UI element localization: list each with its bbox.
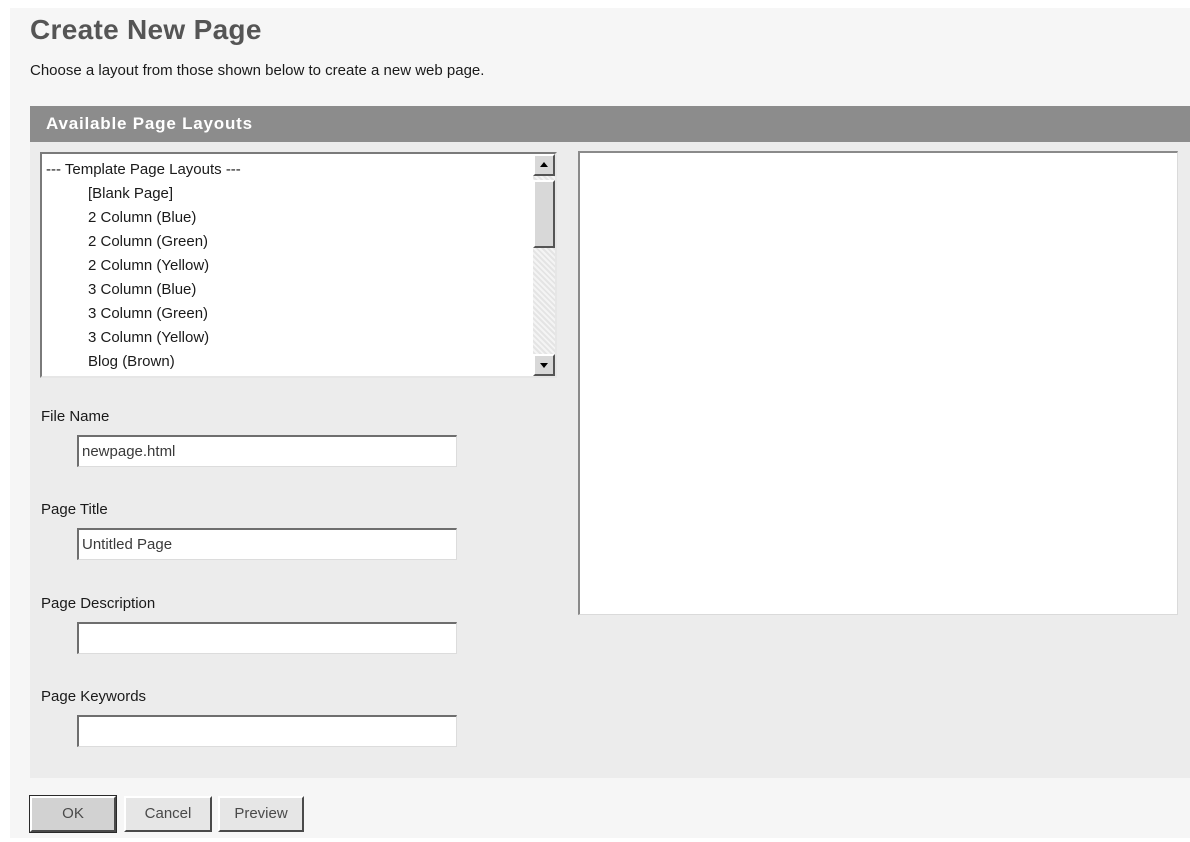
layout-listbox[interactable]: --- Template Page Layouts --- [Blank Pag… [40, 152, 557, 378]
file-name-label: File Name [41, 408, 110, 425]
cancel-button[interactable]: Cancel [124, 796, 212, 832]
page-description-input[interactable] [77, 622, 457, 654]
layouts-panel: Available Page Layouts --- Template Page… [30, 106, 1190, 778]
arrow-up-icon [540, 162, 548, 167]
arrow-down-icon [540, 363, 548, 368]
preview-button[interactable]: Preview [218, 796, 304, 832]
ok-button[interactable]: OK [29, 795, 117, 833]
page-title-input[interactable] [77, 528, 457, 560]
list-item[interactable]: [Blank Page] [46, 182, 531, 206]
page-keywords-input[interactable] [77, 715, 457, 747]
layout-preview-pane [578, 151, 1178, 615]
page-description-label: Page Description [41, 595, 156, 612]
page-keywords-label: Page Keywords [41, 688, 147, 705]
scroll-thumb[interactable] [533, 180, 555, 248]
list-item[interactable]: 3 Column (Yellow) [46, 326, 531, 350]
list-item[interactable]: 2 Column (Yellow) [46, 254, 531, 278]
scroll-down-button[interactable] [533, 354, 555, 376]
scroll-up-button[interactable] [533, 154, 555, 176]
layout-list-items: --- Template Page Layouts --- [Blank Pag… [46, 158, 531, 374]
create-page-dialog: Create New Page Choose a layout from tho… [10, 8, 1190, 838]
list-item[interactable]: 2 Column (Green) [46, 230, 531, 254]
list-item[interactable]: 3 Column (Green) [46, 302, 531, 326]
list-item[interactable]: 3 Column (Blue) [46, 278, 531, 302]
list-item[interactable]: 2 Column (Blue) [46, 206, 531, 230]
page-title: Create New Page [30, 14, 262, 45]
vertical-scrollbar[interactable] [533, 154, 555, 376]
list-item[interactable]: Blog (Brown) [46, 350, 531, 374]
list-item-group-header[interactable]: --- Template Page Layouts --- [46, 158, 531, 182]
file-name-input[interactable] [77, 435, 457, 467]
page-title-label: Page Title [41, 501, 108, 518]
page-subtitle: Choose a layout from those shown below t… [30, 62, 485, 79]
panel-heading: Available Page Layouts [30, 106, 1190, 142]
